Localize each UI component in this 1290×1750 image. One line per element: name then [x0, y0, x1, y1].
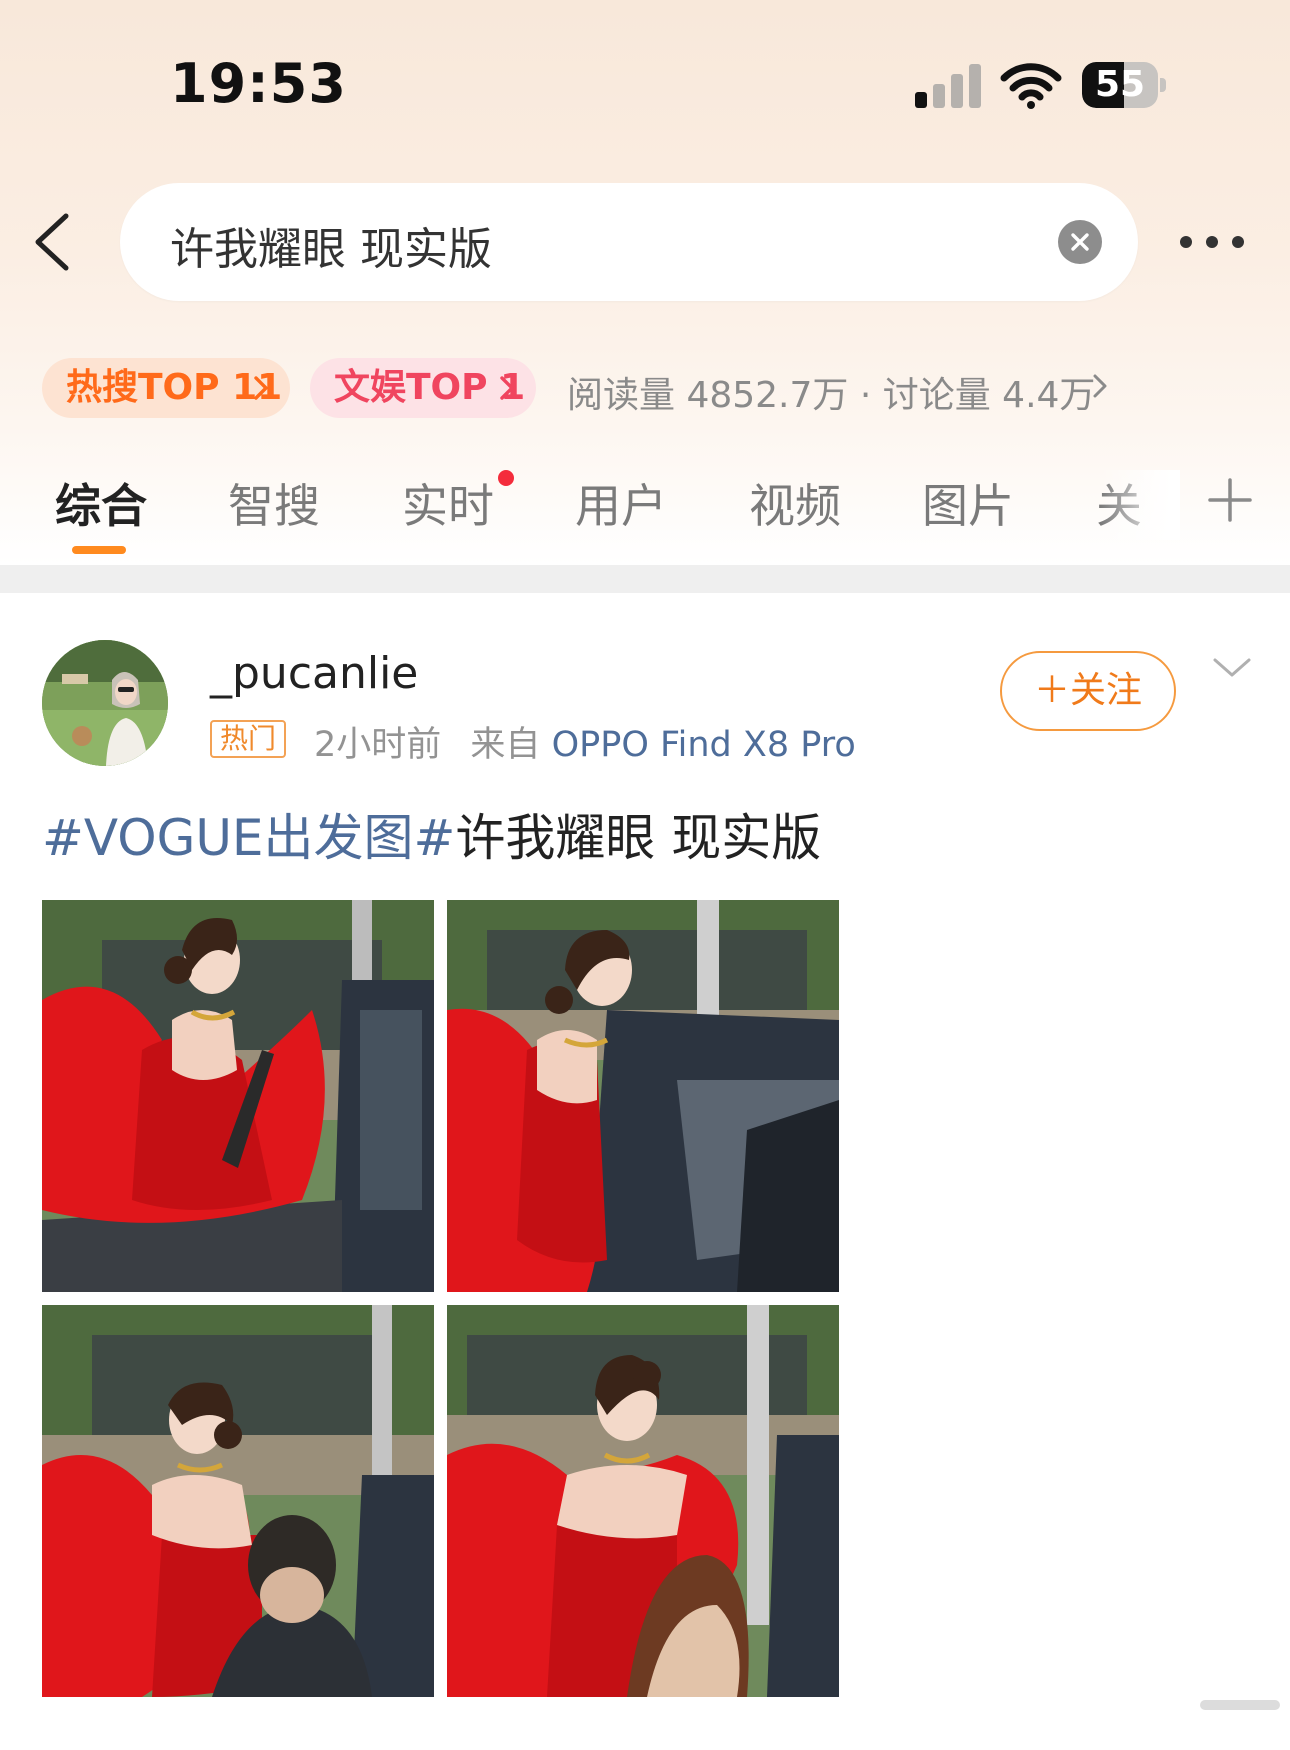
avatar-image	[42, 640, 168, 766]
chevron-right-icon	[254, 376, 268, 400]
post-body-text: 许我耀眼 现实版	[455, 809, 822, 867]
more-button[interactable]	[1180, 228, 1246, 256]
add-tab-button[interactable]	[1208, 478, 1252, 522]
post-photo-2[interactable]	[447, 900, 839, 1292]
back-button[interactable]	[28, 210, 88, 274]
topic-link[interactable]: #VOGUE出发图#	[42, 809, 455, 867]
battery-cap	[1160, 78, 1166, 92]
topic-stats[interactable]: 阅读量 4852.7万 · 讨论量 4.4万	[567, 366, 1095, 418]
battery-level: 55	[1094, 64, 1146, 105]
more-icon	[1232, 236, 1244, 248]
active-tab-indicator	[72, 546, 126, 554]
wifi-icon	[1000, 62, 1062, 110]
scroll-indicator	[1200, 1700, 1280, 1710]
tab-images[interactable]: 图片	[922, 470, 1014, 536]
hot-search-rank-pill[interactable]: 热搜TOP 11	[42, 358, 290, 418]
post-time: 2小时前	[314, 725, 442, 765]
battery-icon: 55	[1082, 62, 1168, 110]
entertainment-rank-label: 文娱TOP 1	[334, 367, 526, 408]
tab-smart-search[interactable]: 智搜	[228, 470, 320, 536]
entertainment-rank-pill[interactable]: 文娱TOP 1	[310, 358, 536, 418]
clear-search-button[interactable]	[1058, 220, 1102, 264]
tab-realtime[interactable]: 实时	[402, 470, 494, 536]
back-arrow-icon	[35, 213, 69, 271]
post-meta: 2小时前 来自 OPPO Find X8 Pro	[314, 716, 856, 767]
tab-bar: 综合 智搜 实时 用户 视频 图片 关	[0, 470, 1290, 560]
battery-body: 55	[1082, 62, 1158, 108]
post-photo-1[interactable]	[42, 900, 434, 1292]
follow-button[interactable]: ＋关注	[1000, 651, 1176, 731]
tab-users[interactable]: 用户	[575, 470, 667, 536]
clear-icon	[1071, 233, 1089, 251]
tab-comprehensive[interactable]: 综合	[55, 470, 147, 536]
post-source-prefix: 来自	[470, 725, 541, 765]
post-content: #VOGUE出发图#许我耀眼 现实版	[42, 798, 821, 870]
chevron-down-icon	[1213, 658, 1251, 677]
hot-search-rank-label: 热搜TOP 11	[66, 367, 283, 408]
avatar[interactable]	[42, 640, 168, 766]
section-divider	[0, 565, 1290, 593]
post-photo-4[interactable]	[447, 1305, 839, 1697]
search-input[interactable]: 许我耀眼 现实版	[170, 213, 492, 277]
post-username[interactable]: _pucanlie	[210, 648, 418, 699]
plus-icon	[1208, 478, 1252, 522]
post-photo-3[interactable]	[42, 1305, 434, 1697]
post-device[interactable]: OPPO Find X8 Pro	[552, 725, 856, 765]
signal-icon	[915, 64, 981, 108]
chevron-right-icon[interactable]	[1093, 374, 1107, 398]
chevron-right-icon	[500, 376, 514, 400]
post-options-button[interactable]	[1212, 656, 1252, 680]
search-box[interactable]: 许我耀眼 现实版	[120, 183, 1138, 301]
status-time: 19:53	[170, 52, 347, 115]
tab-videos[interactable]: 视频	[749, 470, 841, 536]
more-icon	[1180, 236, 1192, 248]
more-icon	[1206, 236, 1218, 248]
realtime-badge-dot	[498, 470, 514, 486]
tab-fade	[1100, 470, 1180, 540]
hot-tag-badge: 热门	[210, 720, 287, 758]
